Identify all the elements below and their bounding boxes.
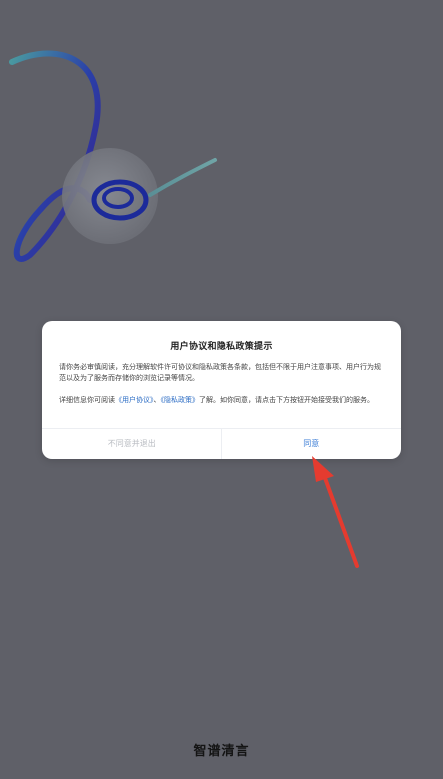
privacy-policy-link[interactable]: 《隐私政策》 bbox=[161, 396, 200, 404]
agree-button[interactable]: 同意 bbox=[222, 429, 402, 459]
dialog-title: 用户协议和隐私政策提示 bbox=[170, 342, 273, 352]
body-text-separator: 、 bbox=[153, 396, 161, 404]
dialog-body-paragraph-2: 详细信息你可阅读《用户协议》、《隐私政策》了解。如你同意，请点击下方按钮开始接受… bbox=[59, 395, 383, 406]
privacy-consent-dialog: 用户协议和隐私政策提示 请你务必审慎阅读，充分理解软件许可协议和隐私政策各条款，… bbox=[42, 321, 401, 459]
decline-and-exit-button[interactable]: 不同意并退出 bbox=[42, 429, 222, 459]
app-logo-icon bbox=[9, 50, 217, 262]
brand-name: 智谱清言 bbox=[193, 744, 250, 759]
body-text-suffix: 了解。如你同意，请点击下方按钮开始接受我们的服务。 bbox=[199, 396, 374, 404]
dialog-body-paragraph-1: 请你务必审慎阅读，充分理解软件许可协议和隐私政策各条款，包括但不限于用户注意事项… bbox=[59, 363, 381, 382]
body-text-prefix: 详细信息你可阅读 bbox=[59, 396, 115, 404]
user-agreement-link[interactable]: 《用户协议》 bbox=[115, 396, 154, 404]
dialog-body: 请你务必审慎阅读，充分理解软件许可协议和隐私政策各条款，包括但不限于用户注意事项… bbox=[59, 362, 383, 406]
